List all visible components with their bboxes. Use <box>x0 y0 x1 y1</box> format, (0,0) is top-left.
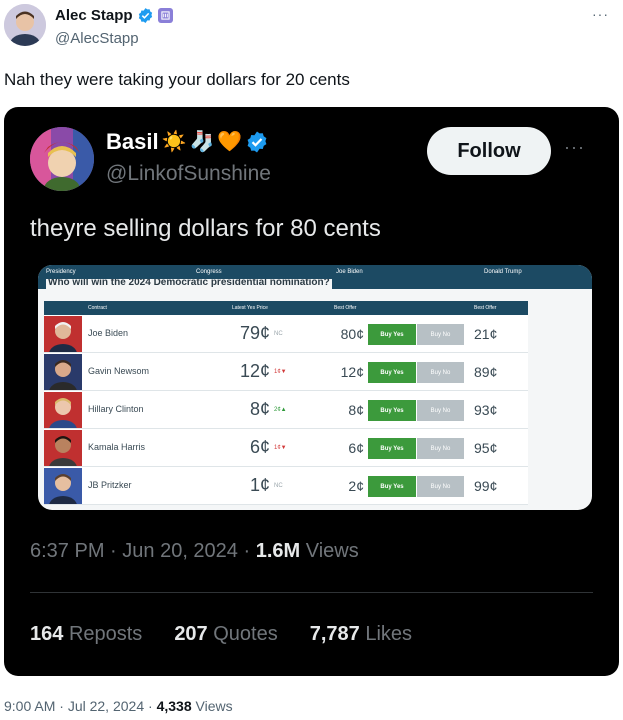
quoted-time[interactable]: 6:37 PM <box>30 540 104 562</box>
buy-no-button[interactable]: Buy No <box>417 400 464 421</box>
nav-joe-biden: Joe Biden <box>336 269 363 275</box>
buy-no-button[interactable]: Buy No <box>417 324 464 345</box>
embedded-screenshot[interactable]: Basil ☀️ 🧦 🧡 @LinkofSunshine Follow ··· … <box>4 107 619 676</box>
views-count: 4,338 <box>156 698 192 714</box>
buy-yes-button[interactable]: Buy Yes <box>368 324 416 345</box>
best-yes-offer: 12¢ <box>340 364 364 380</box>
quoted-tweet-meta: 6:37 PM · Jun 20, 2024 · 1.6M Views <box>30 540 359 562</box>
candidate-photo <box>44 430 82 466</box>
latest-yes-price: 79¢ <box>239 323 270 343</box>
best-yes-offer: 2¢ <box>348 478 364 494</box>
table-row: Joe Biden 79¢ NC 80¢ Buy Yes Buy No 21¢ <box>44 315 528 353</box>
latest-yes-price: 12¢ <box>239 361 270 381</box>
divider <box>30 592 593 593</box>
sun-icon: ☀️ <box>161 131 187 153</box>
candidate-name: Kamala Harris <box>88 442 146 452</box>
candidate-photo <box>44 468 82 504</box>
candidate-photo <box>44 316 82 352</box>
best-no-offer: 21¢ <box>474 326 498 342</box>
table-row: Kamala Harris 6¢ 1¢▼ 6¢ Buy Yes Buy No 95¢ <box>44 429 528 467</box>
likes-label: Likes <box>365 623 413 645</box>
price-change: 1¢▼ <box>274 369 287 375</box>
latest-yes-price: 1¢ <box>249 475 270 495</box>
latest-yes-price: 8¢ <box>249 399 270 419</box>
engagement-stats: 164 Reposts 207 Quotes 7,787 Likes <box>30 623 412 646</box>
buy-no-button[interactable]: Buy No <box>417 438 464 459</box>
price-change: 2¢▲ <box>274 407 287 413</box>
latest-yes-price: 6¢ <box>249 437 270 457</box>
buy-no-button[interactable]: Buy No <box>417 476 464 497</box>
table-row: Hillary Clinton 8¢ 2¢▲ 8¢ Buy Yes Buy No 93¢ <box>44 391 528 429</box>
best-yes-offer: 80¢ <box>340 326 364 342</box>
table-header: Contract Latest Yes Price Best Offer Bes… <box>44 301 528 315</box>
best-yes-offer: 8¢ <box>348 402 364 418</box>
header-best-offer: Best Offer <box>334 305 357 311</box>
verified-badge-icon[interactable] <box>245 130 269 154</box>
orange-heart-icon: 🧡 <box>217 131 243 153</box>
header-latest-yes: Latest Yes Price <box>232 305 268 311</box>
reposts-label: Reposts <box>68 623 143 645</box>
tweet-date[interactable]: Jul 22, 2024 <box>68 698 144 714</box>
quotes-label: Quotes <box>213 623 278 645</box>
likes-stat[interactable]: 7,787 Likes <box>310 623 412 646</box>
affiliate-badge-icon[interactable] <box>157 8 173 23</box>
quoted-views-count: 1.6M <box>255 540 301 562</box>
header-best-offer-no: Best Offer <box>474 305 497 311</box>
price-change: NC <box>274 331 283 337</box>
best-no-offer: 95¢ <box>474 440 498 456</box>
market-table: Contract Latest Yes Price Best Offer Bes… <box>44 301 528 505</box>
candidate-name: Hillary Clinton <box>88 404 144 414</box>
nav-congress: Congress <box>196 269 222 275</box>
author-name[interactable]: Alec Stapp <box>55 7 133 24</box>
best-yes-offer: 6¢ <box>348 440 364 456</box>
candidate-name: Gavin Newsom <box>88 366 150 376</box>
avatar-portrait <box>4 4 46 46</box>
buy-yes-button[interactable]: Buy Yes <box>368 476 416 497</box>
tweet-text: Nah they were taking your dollars for 20… <box>4 70 350 89</box>
best-no-offer: 99¢ <box>474 478 498 494</box>
nav-presidency: Presidency <box>46 269 76 275</box>
likes-count: 7,787 <box>309 623 360 645</box>
quoted-avatar-art <box>30 127 94 191</box>
best-no-offer: 93¢ <box>474 402 498 418</box>
candidate-photo <box>44 354 82 390</box>
reposts-count: 164 <box>30 623 64 645</box>
quotes-stat[interactable]: 207 Quotes <box>174 623 277 646</box>
quotes-count: 207 <box>174 623 208 645</box>
market-image[interactable]: Presidency Congress Joe Biden Donald Tru… <box>38 265 592 510</box>
tweet-meta: 9:00 AM · Jul 22, 2024 · 4,338 Views <box>4 698 233 714</box>
quoted-views-label: Views <box>305 540 359 562</box>
author-handle[interactable]: @AlecStapp <box>55 30 139 47</box>
candidate-name: JB Pritzker <box>88 480 132 490</box>
socks-icon: 🧦 <box>189 131 215 153</box>
reposts-stat[interactable]: 164 Reposts <box>30 623 142 646</box>
follow-button[interactable]: Follow <box>427 127 551 175</box>
views-label: Views <box>195 698 233 714</box>
header-contract: Contract <box>88 305 107 311</box>
more-options-icon[interactable]: ··· <box>592 6 609 22</box>
more-options-icon[interactable]: ··· <box>564 137 585 158</box>
market-question: Who will win the 2024 Democratic preside… <box>46 279 332 289</box>
candidate-name: Joe Biden <box>88 328 129 338</box>
quoted-author-name[interactable]: Basil <box>106 129 159 155</box>
verified-badge-icon[interactable] <box>137 7 154 24</box>
quoted-author-handle[interactable]: @LinkofSunshine <box>106 162 271 186</box>
buy-yes-button[interactable]: Buy Yes <box>368 362 416 383</box>
table-row: JB Pritzker 1¢ NC 2¢ Buy Yes Buy No 99¢ <box>44 467 528 505</box>
quoted-tweet-text: theyre selling dollars for 80 cents <box>30 215 381 242</box>
buy-no-button[interactable]: Buy No <box>417 362 464 383</box>
avatar[interactable] <box>4 4 46 46</box>
best-no-offer: 89¢ <box>474 364 498 380</box>
buy-yes-button[interactable]: Buy Yes <box>368 400 416 421</box>
quoted-avatar <box>30 127 94 191</box>
price-change: 1¢▼ <box>274 445 287 451</box>
nav-donald-trump: Donald Trump <box>484 269 522 275</box>
buy-yes-button[interactable]: Buy Yes <box>368 438 416 459</box>
table-row: Gavin Newsom 12¢ 1¢▼ 12¢ Buy Yes Buy No 89¢ <box>44 353 528 391</box>
tweet-time[interactable]: 9:00 AM <box>4 698 55 714</box>
quoted-date[interactable]: Jun 20, 2024 <box>122 540 238 562</box>
candidate-photo <box>44 392 82 428</box>
price-change: NC <box>274 483 283 489</box>
